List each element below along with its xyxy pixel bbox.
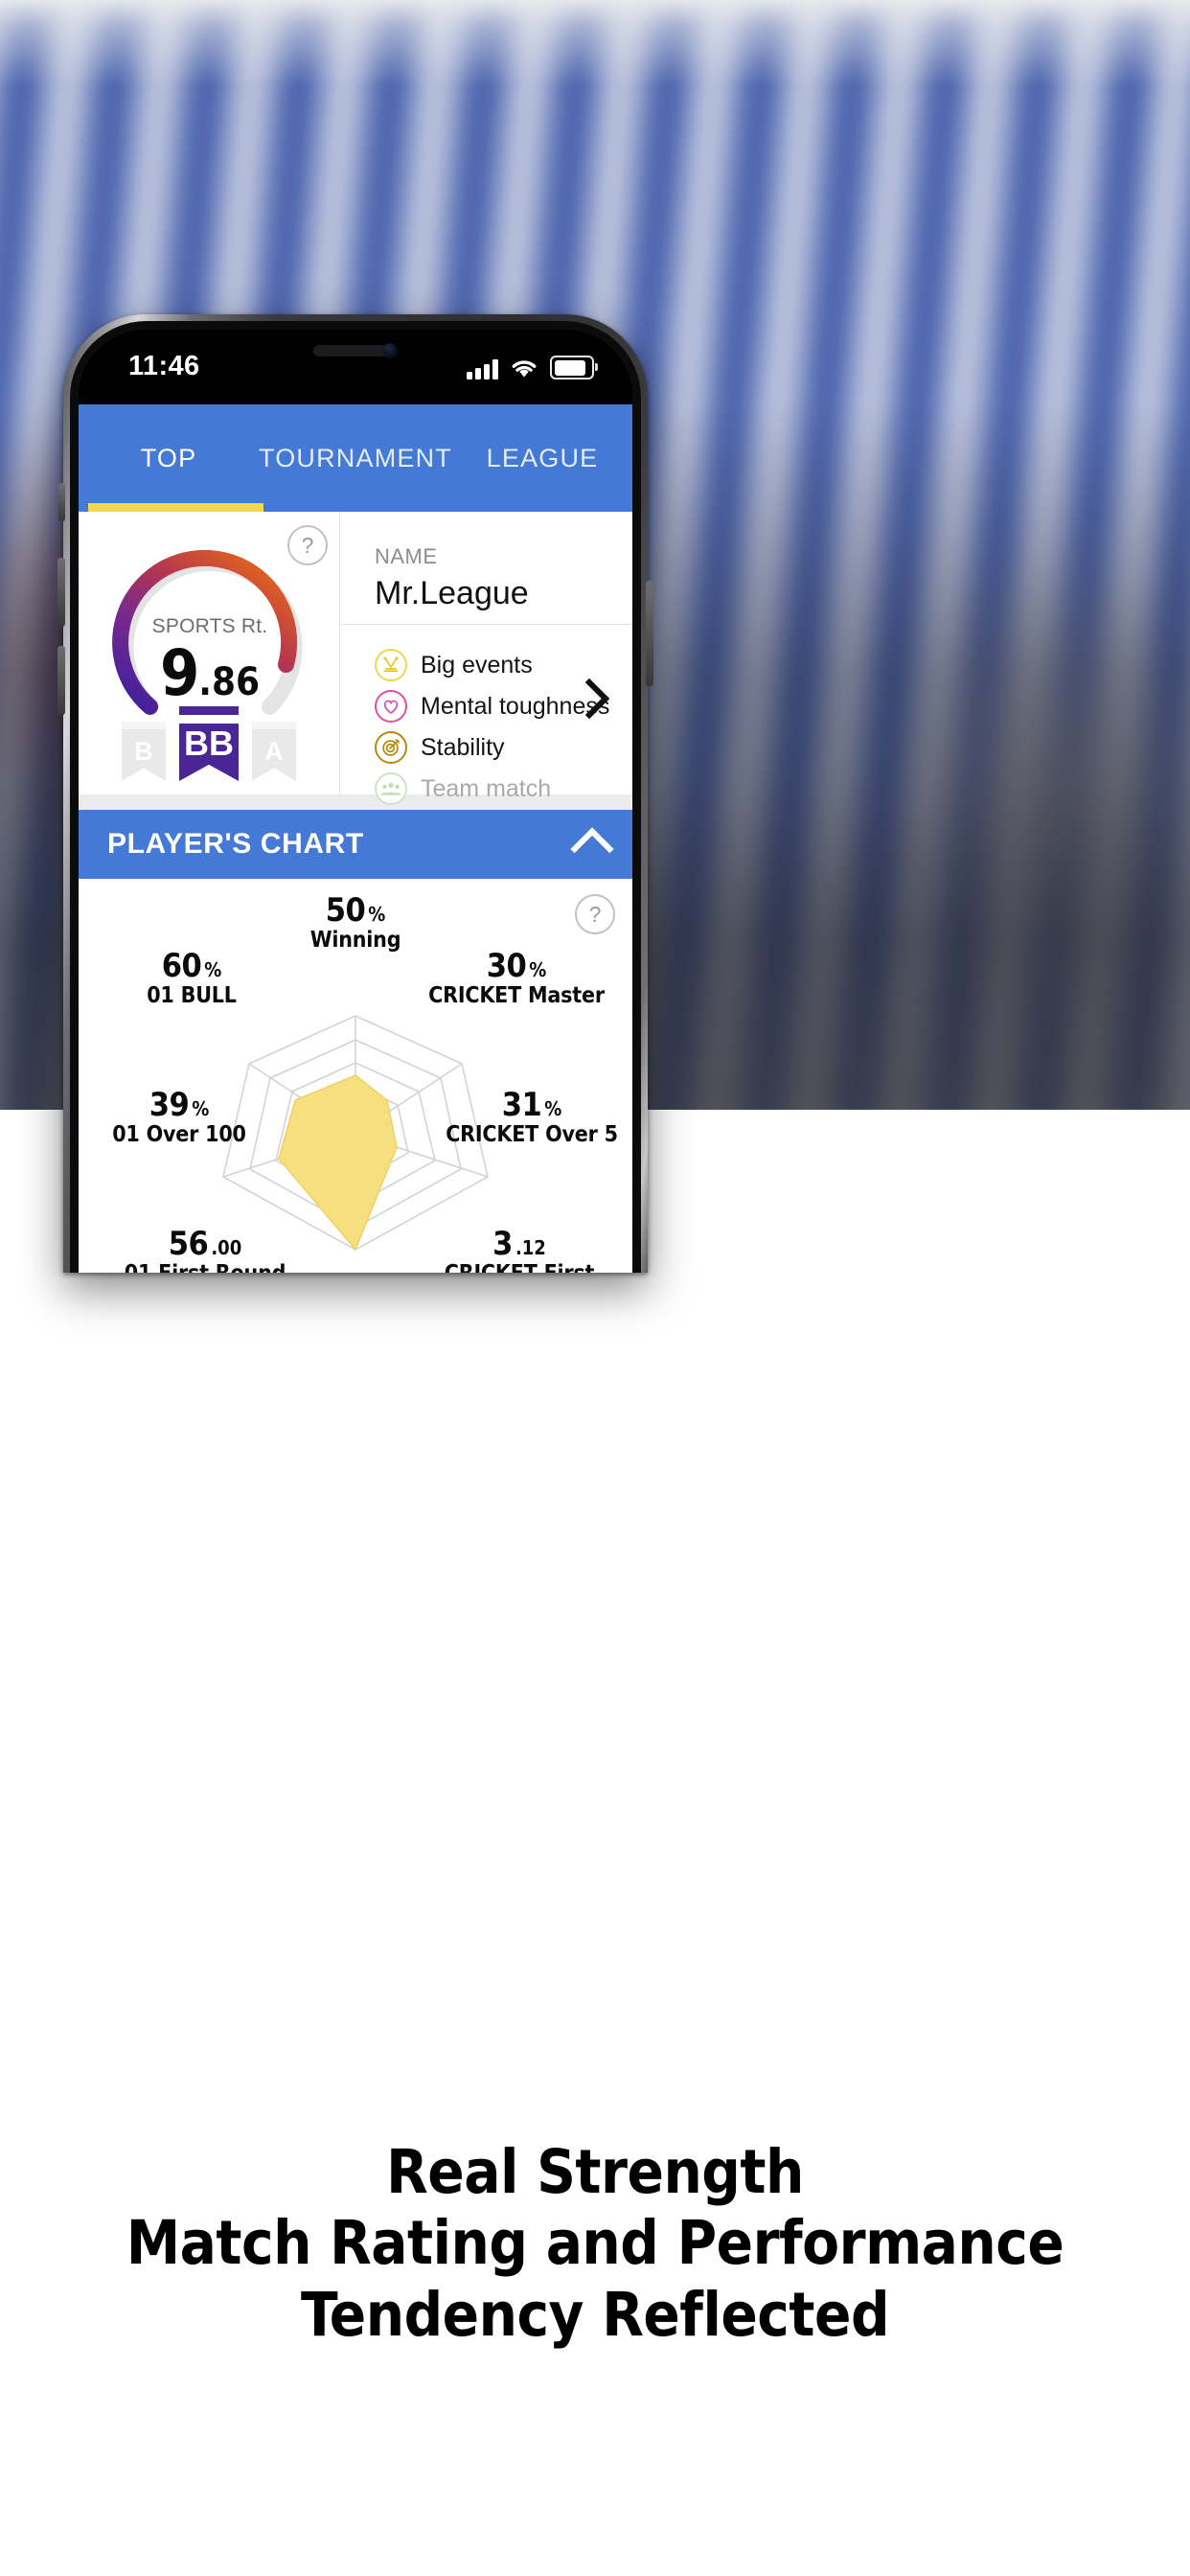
radar-series-fill [278, 1074, 398, 1252]
radar-label-cricket-first-round: 3.12 CRICKET First Round [445, 1225, 595, 1273]
power-button[interactable] [646, 581, 653, 686]
front-camera [382, 343, 398, 358]
heart-icon [375, 690, 407, 723]
tagline-line-3: Tendency Reflected [300, 2279, 890, 2350]
target-icon [375, 731, 407, 764]
status-icons [467, 355, 598, 380]
name-value: Mr.League [375, 575, 529, 611]
rank-badge-label: A [264, 736, 284, 766]
feature-list[interactable]: Big events Mental toughness Stability Te… [340, 625, 632, 808]
rank-badge-label: B [134, 736, 153, 766]
tab-active-indicator [88, 503, 263, 512]
signal-bars-icon [467, 358, 498, 380]
radar-label-cricket-master: 30% CRICKET Master [428, 947, 605, 1008]
chart-help-icon[interactable]: ? [575, 894, 615, 934]
phone-mockup: 11:46 TOP TOURNAMENT LEAGUE ? SPORTS Rt.… [57, 314, 653, 1273]
rank-badge-cap [252, 722, 296, 729]
chevron-up-icon[interactable] [570, 827, 614, 871]
feature-label: Big events [421, 651, 533, 678]
rank-badge-bb-active[interactable]: BB [179, 706, 239, 781]
mute-switch[interactable] [58, 483, 65, 521]
rating-gauge-section: ? SPORTS Rt. 9.86 B BB A [79, 512, 340, 794]
rank-badges: B BB A [79, 706, 339, 781]
rating-value-decimal: 86 [211, 660, 261, 704]
tab-league[interactable]: LEAGUE [452, 444, 632, 473]
status-time: 11:46 [128, 351, 200, 381]
trophy-icon [375, 649, 407, 681]
radar-label-01-over-100: 39% 01 Over 100 [112, 1086, 246, 1147]
rating-value-separator: . [198, 660, 212, 704]
rank-badge-cap [122, 722, 166, 729]
bottom-white-panel [0, 1110, 1190, 2576]
radar-label-01-bull: 60% 01 BULL [147, 947, 237, 1008]
feature-label: Team match [421, 774, 552, 802]
rank-badge-cap-top [179, 706, 239, 715]
tab-tournament[interactable]: TOURNAMENT [259, 444, 452, 473]
feature-stability[interactable]: Stability [375, 728, 632, 767]
feature-big-events[interactable]: Big events [375, 646, 632, 684]
radar-label-01-first-round: 56.00 01 First Round [125, 1225, 286, 1273]
name-label: NAME [375, 544, 438, 568]
rating-caption: SPORTS Rt. [151, 615, 268, 637]
profile-section: NAME Mr.League Big events Mental toughne… [340, 512, 632, 805]
players-chart-title: PLAYER'S CHART [107, 828, 364, 860]
radar-label-cricket-over-5: 31% CRICKET Over 5 [446, 1086, 618, 1147]
players-chart-header[interactable]: PLAYER'S CHART [79, 810, 632, 879]
rating-value-integer: 9 [159, 636, 199, 710]
phone-screen: 11:46 TOP TOURNAMENT LEAGUE ? SPORTS Rt.… [79, 330, 632, 1273]
feature-team-match[interactable]: Team match [375, 770, 632, 808]
rank-badge-label: BB [184, 724, 234, 763]
phone-notch [239, 330, 472, 381]
rank-badge-cap [179, 715, 239, 724]
tab-top[interactable]: TOP [79, 444, 259, 473]
radar-label-winning: 50% Winning [309, 891, 401, 953]
rating-value: 9.86 [107, 642, 312, 705]
tagline: Real Strength Match Rating and Performan… [0, 2137, 1190, 2351]
rank-badge-a[interactable]: A [252, 722, 296, 781]
volume-down-button[interactable] [57, 646, 65, 715]
rating-value-group: SPORTS Rt. 9.86 [107, 615, 312, 705]
battery-full-icon [550, 356, 598, 380]
tab-bar: TOP TOURNAMENT LEAGUE [79, 404, 632, 512]
tagline-line-2: Match Rating and Performance [126, 2208, 1064, 2279]
rank-badge-b[interactable]: B [122, 722, 166, 781]
team-group-icon [375, 772, 407, 805]
summary-card: ? SPORTS Rt. 9.86 B BB A NAME Mr.League … [79, 512, 632, 805]
name-block: NAME Mr.League [340, 512, 632, 625]
tagline-line-1: Real Strength [386, 2137, 804, 2207]
radar-chart-area: ? 50% Winning 30 % CRICKET Master 31 % C… [79, 879, 632, 1273]
feature-label: Stability [421, 733, 505, 761]
volume-up-button[interactable] [57, 558, 65, 627]
wifi-icon [511, 358, 538, 380]
